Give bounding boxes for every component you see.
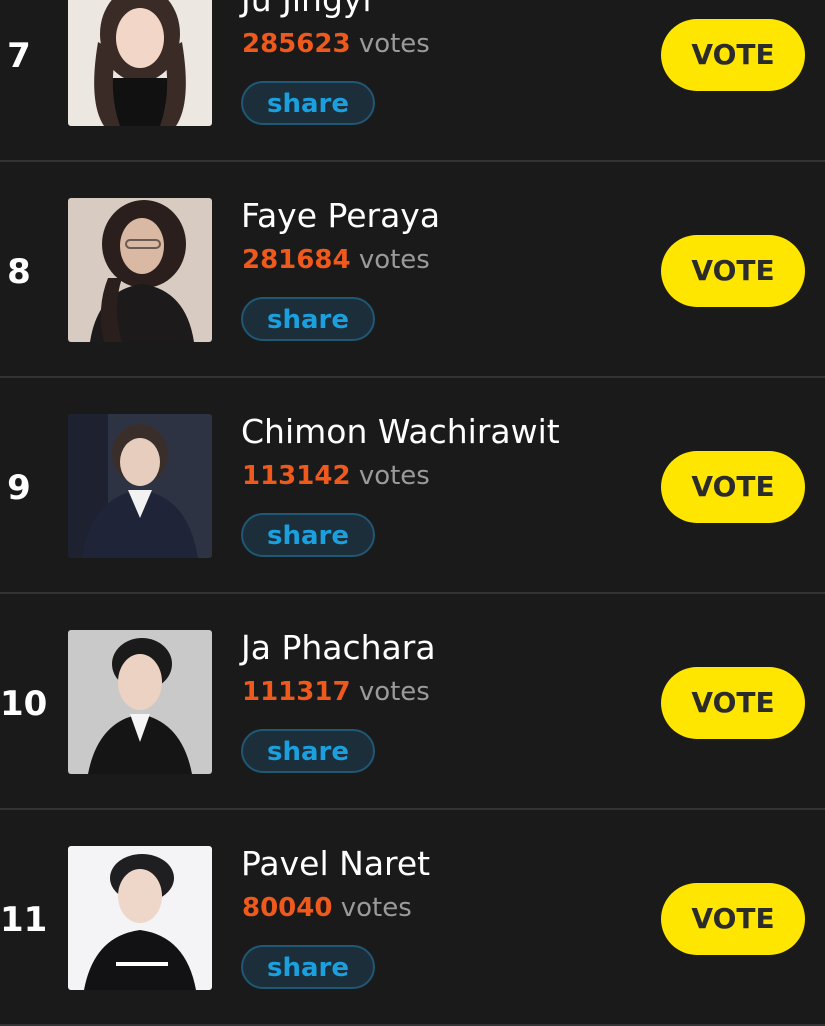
ranking-row: 8 Faye Peraya 281684 votes share VOTE — [0, 162, 825, 378]
vote-count: 285623 — [242, 29, 351, 59]
rank-number: 9 — [7, 468, 31, 508]
vote-tally: 285623 votes — [242, 28, 430, 60]
rank-number: 10 — [0, 684, 48, 724]
candidate-name: Faye Peraya — [241, 196, 441, 235]
vote-tally: 80040 votes — [242, 892, 412, 924]
vote-tally: 281684 votes — [242, 244, 430, 276]
votes-label: votes — [358, 245, 430, 275]
candidate-name: Chimon Wachirawit — [241, 412, 560, 451]
votes-label: votes — [358, 677, 430, 707]
vote-button[interactable]: VOTE — [661, 667, 805, 739]
rank-number: 8 — [7, 252, 31, 292]
ranking-row: 9 Chimon Wachirawit 113142 votes share V… — [0, 378, 825, 594]
rank-number: 7 — [7, 36, 31, 76]
vote-count: 111317 — [242, 677, 351, 707]
vote-button[interactable]: VOTE — [661, 235, 805, 307]
votes-label: votes — [358, 461, 430, 491]
share-button[interactable]: share — [241, 81, 375, 125]
votes-label: votes — [358, 29, 430, 59]
votes-label: votes — [340, 893, 412, 923]
share-button[interactable]: share — [241, 297, 375, 341]
share-button[interactable]: share — [241, 729, 375, 773]
vote-tally: 113142 votes — [242, 460, 430, 492]
candidate-photo[interactable] — [68, 846, 212, 990]
candidate-name: Pavel Naret — [241, 844, 431, 883]
candidate-photo[interactable] — [68, 198, 212, 342]
vote-count: 113142 — [242, 461, 351, 491]
rank-number: 11 — [0, 900, 48, 940]
share-button[interactable]: share — [241, 513, 375, 557]
candidate-name: Ja Phachara — [241, 628, 436, 667]
vote-button[interactable]: VOTE — [661, 19, 805, 91]
candidate-name: Ju Jingyi — [241, 0, 372, 20]
ranking-row: 10 Ja Phachara 111317 votes share VOTE — [0, 594, 825, 810]
candidate-photo[interactable] — [68, 414, 212, 558]
ranking-row: 7 Ju Jingyi 285623 votes share VOTE — [0, 0, 825, 162]
vote-button[interactable]: VOTE — [661, 883, 805, 955]
candidate-photo[interactable] — [68, 0, 212, 126]
vote-tally: 111317 votes — [242, 676, 430, 708]
vote-count: 80040 — [242, 893, 333, 923]
share-button[interactable]: share — [241, 945, 375, 989]
ranking-list: 7 Ju Jingyi 285623 votes share VOTE 8 — [0, 0, 825, 1026]
ranking-row: 11 Pavel Naret 80040 votes share VOTE — [0, 810, 825, 1026]
vote-count: 281684 — [242, 245, 351, 275]
candidate-photo[interactable] — [68, 630, 212, 774]
vote-button[interactable]: VOTE — [661, 451, 805, 523]
